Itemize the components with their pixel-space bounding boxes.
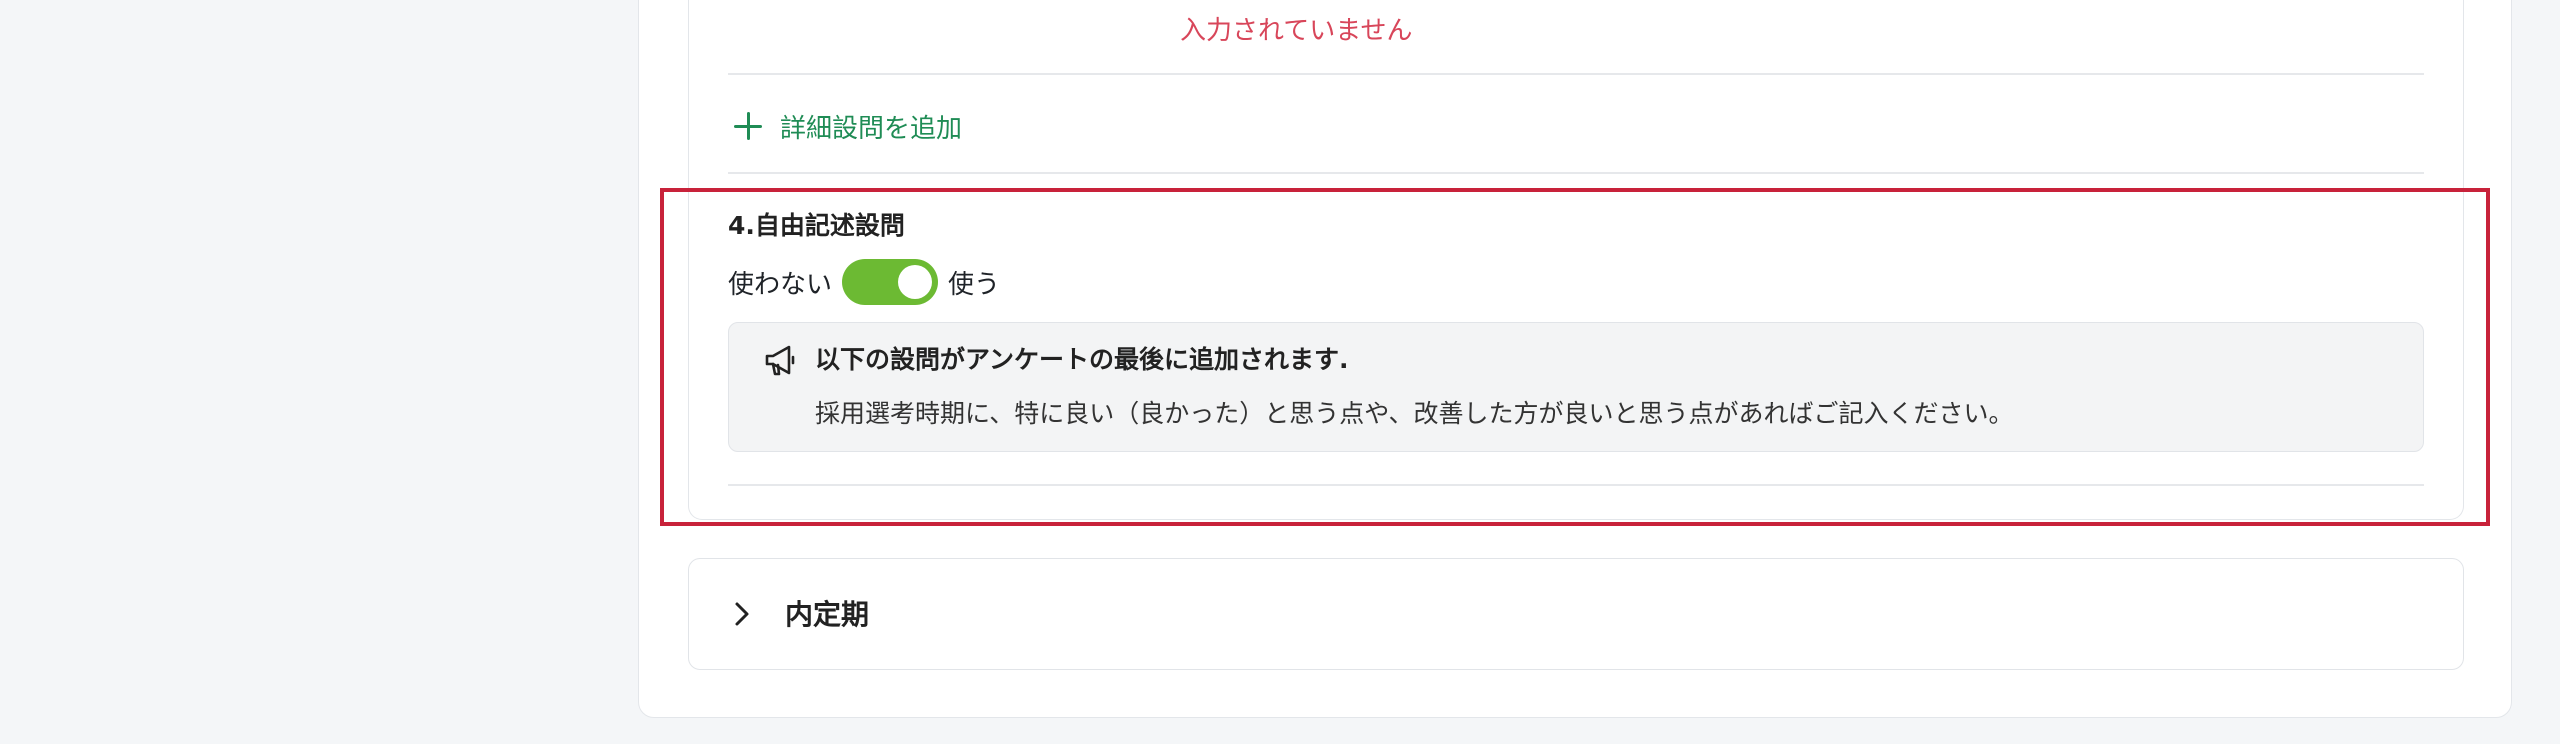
divider <box>728 484 2424 486</box>
notice-question-text: 採用選考時期に、特に良い（良かった）と思う点や、改善した方が良いと思う点があれば… <box>815 399 2014 428</box>
notice-title: 以下の設問がアンケートの最後に追加されます. <box>815 345 1349 374</box>
toggle-knob <box>898 265 933 299</box>
validation-error-text: 入力されていません <box>1180 16 1413 46</box>
usage-toggle-switch[interactable] <box>842 259 939 305</box>
toggle-off-label: 使わない <box>728 269 833 300</box>
megaphone-icon <box>765 345 795 376</box>
plus-icon <box>732 110 764 142</box>
notice-box: 以下の設問がアンケートの最後に追加されます. 採用選考時期に、特に良い（良かった… <box>728 322 2424 452</box>
add-detail-question-button[interactable]: 詳細設問を追加 <box>732 104 962 148</box>
toggle-on-label: 使う <box>948 269 1001 300</box>
usage-toggle-row: 使わない 使う <box>728 258 1000 306</box>
accordion-title: 内定期 <box>785 598 870 631</box>
free-text-question-title: 4.自由記述設問 <box>728 211 905 240</box>
accordion-offer-period[interactable]: 内定期 <box>688 558 2464 670</box>
divider <box>728 73 2424 75</box>
divider <box>728 172 2424 174</box>
add-detail-question-label: 詳細設問を追加 <box>780 113 963 144</box>
chevron-right-icon <box>735 602 749 626</box>
